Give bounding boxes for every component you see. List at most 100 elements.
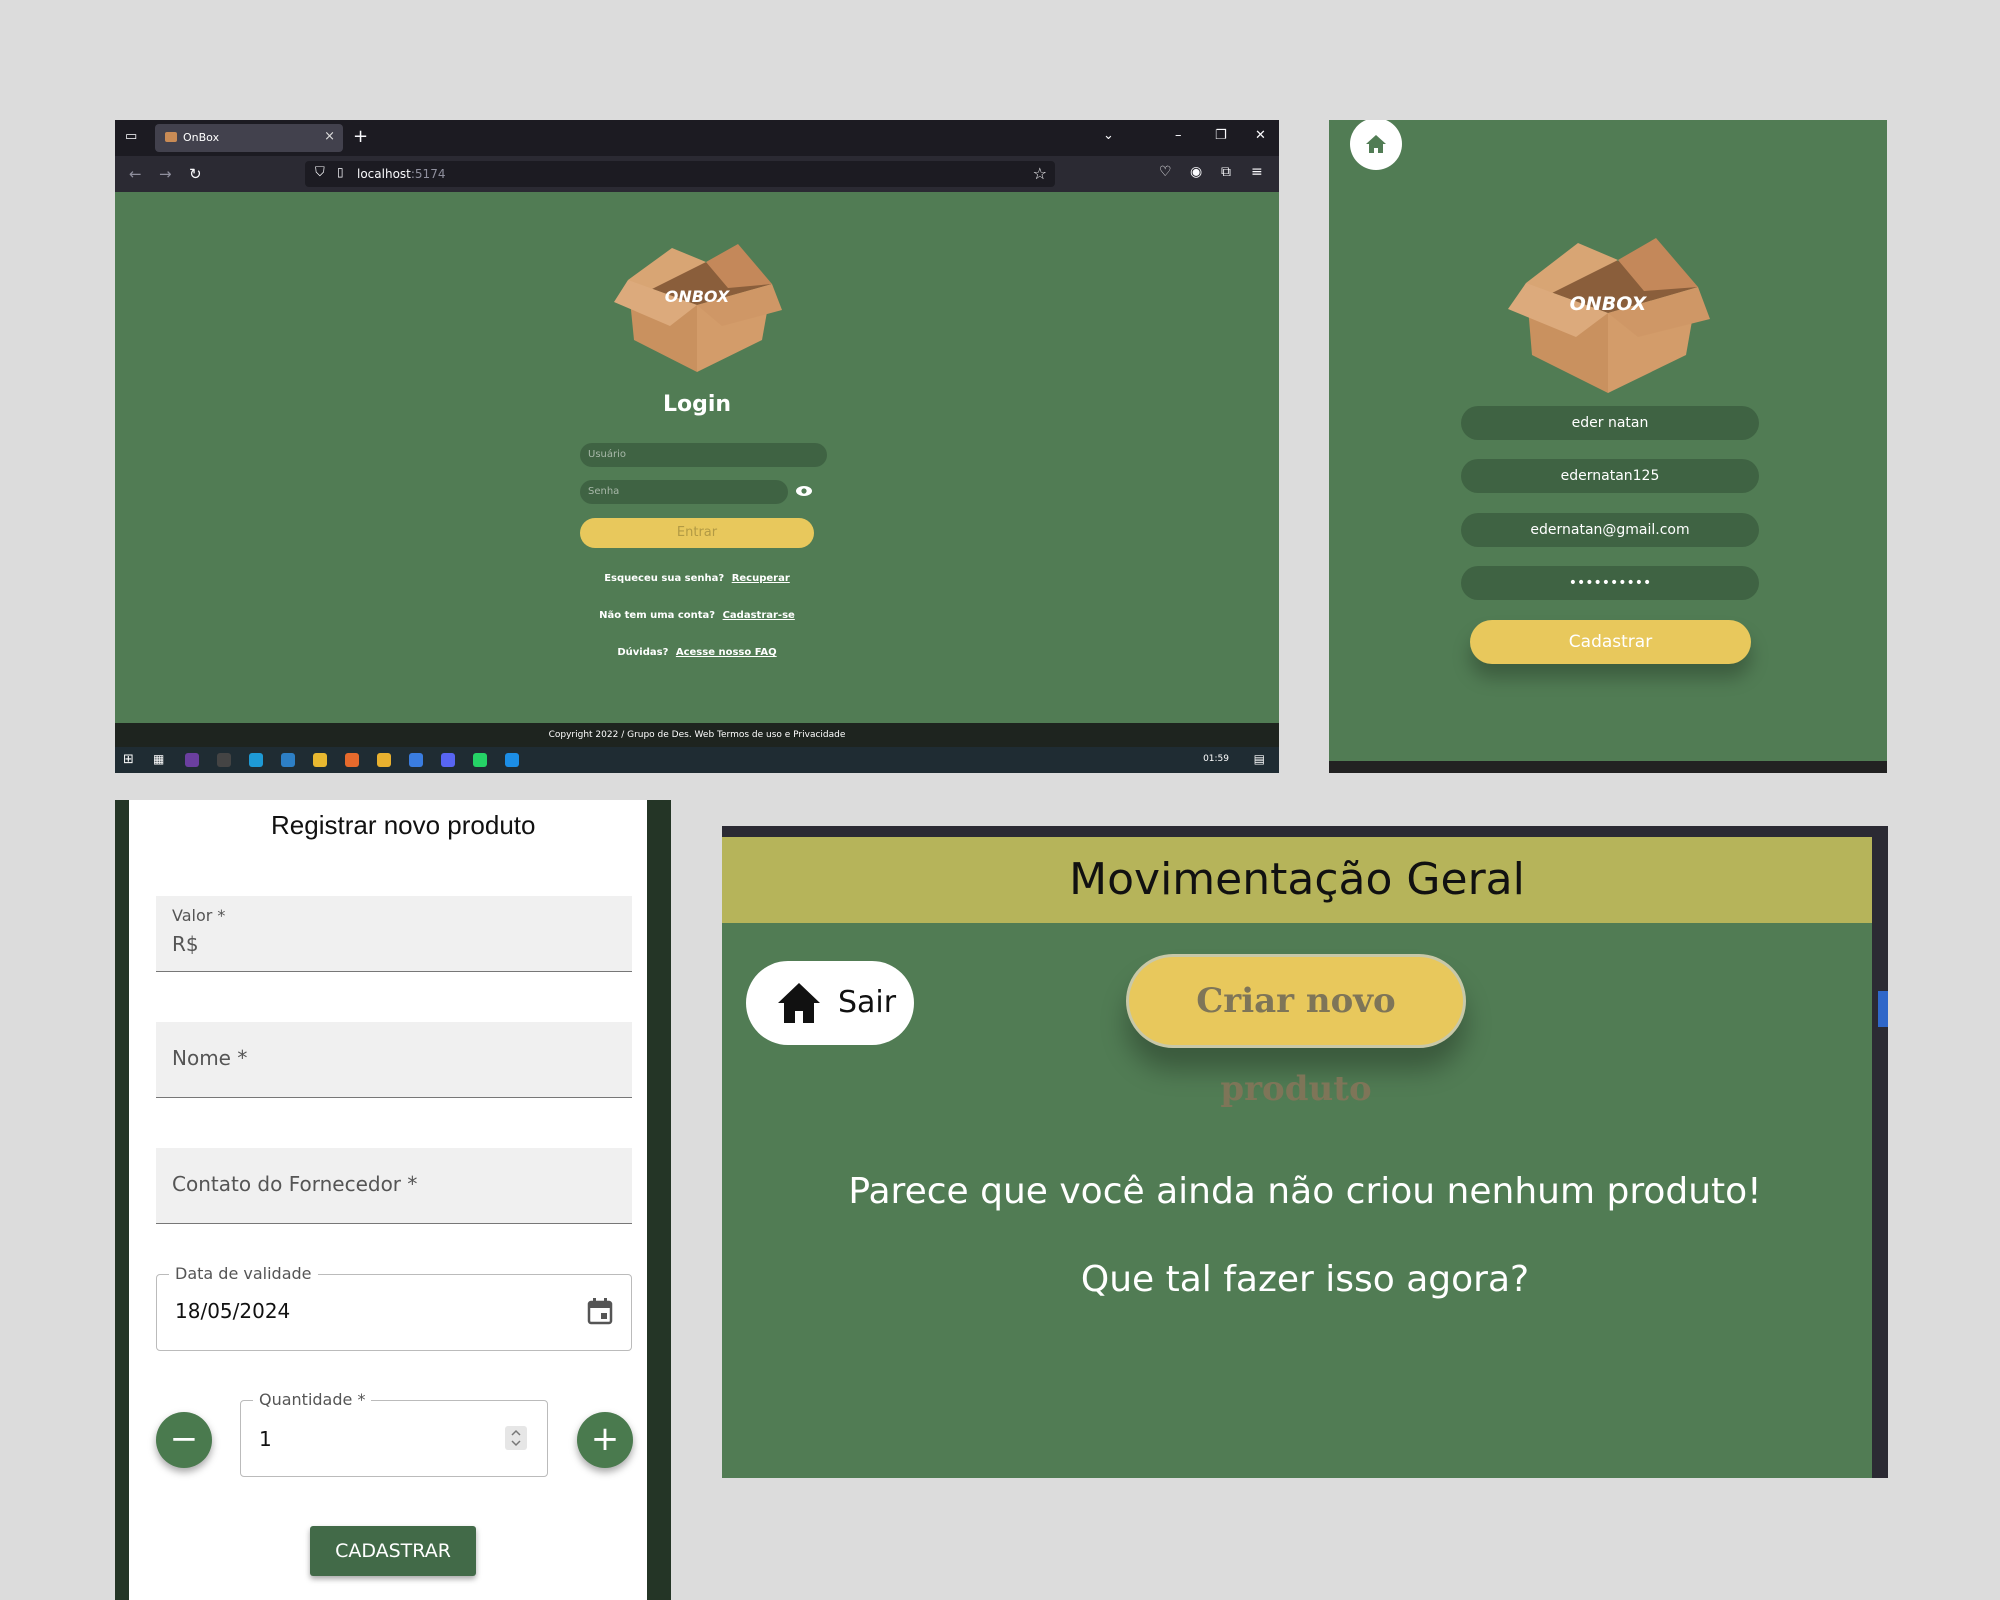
task-view-icon[interactable]: ▦ — [153, 752, 164, 766]
recover-link[interactable]: Recuperar — [732, 573, 790, 584]
mail-icon[interactable] — [281, 753, 295, 767]
calendar-icon[interactable] — [587, 1297, 613, 1325]
email-input[interactable]: edernatan@gmail.com — [1461, 513, 1759, 547]
empty-state-message: Parece que você ainda não criou nenhum p… — [848, 1171, 1762, 1212]
firefox-icon[interactable] — [345, 753, 359, 767]
valor-label: Valor * — [172, 906, 226, 925]
quantidade-value: 1 — [259, 1427, 272, 1451]
onbox-favicon-icon — [165, 132, 177, 142]
no-account-text: Não tem uma conta? — [599, 610, 716, 621]
nome-label: Nome * — [172, 1046, 248, 1070]
home-icon — [778, 983, 820, 1023]
data-validade-value: 18/05/2024 — [175, 1299, 291, 1323]
exit-button[interactable]: Sair — [746, 961, 914, 1045]
file-explorer-icon[interactable] — [313, 753, 327, 767]
whatsapp-icon[interactable] — [473, 753, 487, 767]
create-product-button[interactable]: Criar novo produto — [1126, 954, 1466, 1109]
contato-fornecedor-field[interactable]: Contato do Fornecedor * — [156, 1148, 632, 1224]
register-button[interactable]: Cadastrar — [1470, 620, 1751, 664]
footer-strip — [1329, 761, 1887, 773]
windows-start-icon[interactable]: ⊞ — [123, 752, 134, 767]
bookmark-star-icon[interactable]: ☆ — [1033, 164, 1047, 183]
username-input[interactable]: Usuário — [580, 443, 827, 467]
scrollbar-thumb[interactable] — [1878, 991, 1888, 1027]
login-button[interactable]: Entrar — [580, 518, 814, 548]
home-button[interactable] — [1350, 120, 1402, 170]
notifications-icon[interactable]: ▤ — [1254, 752, 1265, 766]
tab-overflow-chevron-icon[interactable]: ⌄ — [1103, 128, 1114, 143]
logo-text: ONBOX — [1570, 293, 1648, 315]
top-strip — [722, 826, 1888, 837]
exit-label: Sair — [838, 985, 897, 1020]
onbox-box-logo-icon: ONBOX — [614, 244, 782, 372]
quantidade-field[interactable]: Quantidade * 1 — [240, 1390, 548, 1477]
password-input[interactable]: •••••••••• — [1461, 566, 1759, 600]
menu-icon[interactable]: ≡ — [1251, 164, 1263, 180]
signup-link[interactable]: Cadastrar-se — [723, 610, 795, 621]
onbox-box-logo-icon: ONBOX — [1508, 238, 1710, 393]
tab-close-icon[interactable]: × — [324, 129, 335, 144]
back-arrow-icon[interactable]: ← — [129, 165, 142, 183]
faq-text: Dúvidas? — [617, 647, 669, 658]
browser-window: ▭ OnBox × + ⌄ – ❐ ✕ ← → ↻ ⛉ ▯ localhost:… — [115, 120, 1279, 773]
forgot-password-row: Esqueceu sua senha? Recuperar — [115, 573, 1279, 584]
vscode-icon[interactable] — [505, 753, 519, 767]
tab-title: OnBox — [183, 131, 220, 144]
chrome-icon[interactable] — [377, 753, 391, 767]
cadastrar-button[interactable]: CADASTRAR — [310, 1526, 476, 1576]
address-bar[interactable]: ⛉ ▯ localhost:5174 ☆ — [305, 161, 1055, 187]
page-title: Movimentação Geral — [722, 837, 1872, 923]
windows-taskbar: ⊞ ▦ 01:59 ▤ — [115, 747, 1279, 773]
forward-arrow-icon[interactable]: → — [159, 165, 172, 183]
faq-link[interactable]: Acesse nosso FAQ — [676, 647, 777, 658]
reload-icon[interactable]: ↻ — [189, 165, 202, 183]
taskbar-app-icon[interactable] — [217, 753, 231, 767]
pocket-icon[interactable]: ♡ — [1159, 164, 1172, 180]
discord-icon[interactable] — [441, 753, 455, 767]
empty-state-prompt: Que tal fazer isso agora? — [1080, 1259, 1530, 1300]
shield-icon: ⛉ — [315, 165, 325, 180]
account-icon[interactable]: ◉ — [1190, 164, 1202, 180]
product-form-dialog: Registrar novo produto Valor * R$ Nome *… — [115, 800, 671, 1600]
minimize-icon[interactable]: – — [1175, 128, 1182, 143]
home-icon — [1366, 135, 1386, 153]
login-page: ONBOX Login Usuário Senha Entrar Esquece… — [115, 192, 1279, 723]
page-footer: Copyright 2022 / Grupo de Des. Web Termo… — [115, 723, 1279, 747]
page-icon: ▯ — [337, 165, 344, 179]
eye-icon[interactable] — [795, 485, 813, 497]
logo-text: ONBOX — [665, 287, 730, 306]
name-input[interactable]: eder natan — [1461, 406, 1759, 440]
scrollbar[interactable] — [1872, 837, 1888, 1478]
restore-icon[interactable]: ❐ — [1215, 128, 1227, 143]
data-validade-field[interactable]: Data de validade 18/05/2024 — [156, 1264, 632, 1351]
decrease-quantity-button[interactable]: − — [156, 1412, 212, 1468]
url-text: localhost:5174 — [357, 167, 445, 181]
quantidade-label: Quantidade * — [253, 1390, 372, 1409]
username-input[interactable]: edernatan125 — [1461, 459, 1759, 493]
nome-field[interactable]: Nome * — [156, 1022, 632, 1098]
movimentacao-page: Movimentação Geral Sair Criar novo produ… — [722, 826, 1888, 1478]
extensions-icon[interactable]: ⧉ — [1221, 164, 1231, 180]
spinner-arrows-icon[interactable] — [505, 1426, 527, 1450]
data-validade-label: Data de validade — [169, 1264, 318, 1283]
browser-tab-bar: ▭ OnBox × + ⌄ – ❐ ✕ — [115, 120, 1279, 156]
browser-toolbar: ← → ↻ ⛉ ▯ localhost:5174 ☆ — [115, 156, 1279, 192]
increase-quantity-button[interactable]: + — [577, 1412, 633, 1468]
tab-list-icon[interactable]: ▭ — [125, 129, 137, 144]
taskbar-app-icon[interactable] — [409, 753, 423, 767]
contato-label: Contato do Fornecedor * — [172, 1172, 418, 1196]
url-host: localhost — [357, 167, 411, 181]
valor-field[interactable]: Valor * R$ — [156, 896, 632, 972]
form-heading: Registrar novo produto — [271, 810, 536, 840]
login-title: Login — [662, 392, 732, 417]
edge-icon[interactable] — [249, 753, 263, 767]
url-port: :5174 — [410, 167, 446, 181]
faq-row: Dúvidas? Acesse nosso FAQ — [115, 647, 1279, 658]
new-tab-button[interactable]: + — [353, 126, 368, 147]
forgot-text: Esqueceu sua senha? — [604, 573, 725, 584]
taskbar-app-icon[interactable] — [185, 753, 199, 767]
taskbar-clock: 01:59 — [1203, 754, 1229, 764]
browser-tab-onbox[interactable]: OnBox × — [155, 124, 343, 152]
password-input[interactable]: Senha — [580, 480, 788, 504]
close-window-icon[interactable]: ✕ — [1255, 128, 1266, 143]
